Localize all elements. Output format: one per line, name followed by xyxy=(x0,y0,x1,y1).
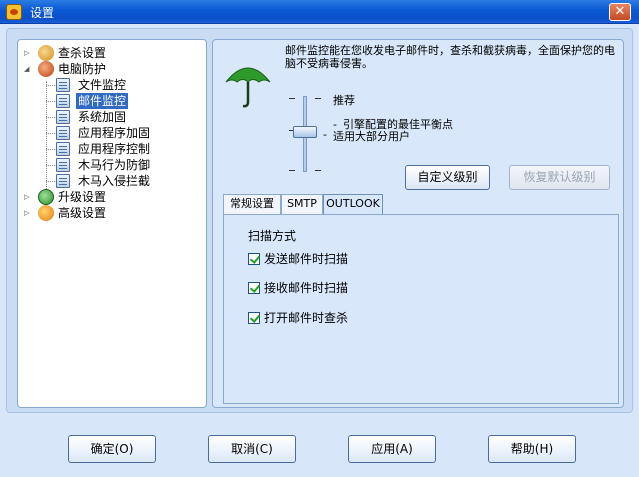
tab-page-outlook: 扫描方式 发送邮件时扫描 接收邮件时扫描 打开邮件时查杀 xyxy=(223,214,619,404)
app-icon xyxy=(6,4,22,20)
slider-thumb[interactable] xyxy=(293,126,317,138)
tree-label: 查杀设置 xyxy=(58,46,107,60)
tree-item-scan-settings[interactable]: ▷ 查杀设置 xyxy=(18,45,206,61)
tree-branch-line xyxy=(46,85,55,86)
tree-label: 邮件监控 xyxy=(76,93,129,109)
scan-method-label: 扫描方式 xyxy=(248,229,297,243)
tree-label: 应用程序控制 xyxy=(78,142,151,156)
tree-item-upgrade-settings[interactable]: ▷ 升级设置 xyxy=(18,189,206,205)
tree-item-app-hardening[interactable]: 应用程序加固 xyxy=(18,125,206,141)
content-area: ▷ 查杀设置 ◢ 电脑防护 文件监控 邮件监控 系统加固 应用程序加固 应用程序… xyxy=(6,28,633,413)
tab-smtp[interactable]: SMTP xyxy=(281,194,323,214)
document-icon xyxy=(56,110,70,124)
tree-branch-line xyxy=(46,149,55,150)
shield-hand-icon xyxy=(38,61,54,77)
tree-item-pc-protection[interactable]: ◢ 电脑防护 xyxy=(18,61,206,77)
checkbox-checked[interactable] xyxy=(248,282,260,294)
tree-label: 应用程序加固 xyxy=(78,126,151,140)
mail-monitor-panel: 邮件监控能在您收发电子邮件时，查杀和截获病毒，全面保护您的电脑不受病毒侵害。 推… xyxy=(212,39,624,408)
tree-branch-line xyxy=(46,117,55,118)
document-icon xyxy=(56,94,70,108)
tree-branch-line xyxy=(46,101,55,102)
document-icon xyxy=(56,142,70,156)
level-dash: - xyxy=(323,128,327,141)
slider-tick xyxy=(315,170,321,171)
collapse-arrow-icon[interactable]: ◢ xyxy=(24,65,31,73)
window-title: 设置 xyxy=(30,6,55,20)
tree-item-app-control[interactable]: 应用程序控制 xyxy=(18,141,206,157)
tree-label: 升级设置 xyxy=(58,190,107,204)
tree-item-advanced-settings[interactable]: ▷ 高级设置 xyxy=(18,205,206,221)
tree-branch-line xyxy=(46,133,55,134)
expand-arrow-icon[interactable]: ▷ xyxy=(24,193,31,201)
settings-window: ▷ 查杀设置 ◢ 电脑防护 文件监控 邮件监控 系统加固 应用程序加固 应用程序… xyxy=(0,24,639,477)
tree-item-mail-monitor[interactable]: 邮件监控 xyxy=(18,93,206,109)
tree-branch-line xyxy=(46,165,55,166)
tree-label: 高级设置 xyxy=(58,206,107,220)
slider-tick xyxy=(289,98,295,99)
checkbox-checked[interactable] xyxy=(248,253,260,265)
tree-item-trojan-intrusion[interactable]: 木马入侵拦截 xyxy=(18,173,206,189)
slider-tick xyxy=(315,98,321,99)
tree-item-system-hardening[interactable]: 系统加固 xyxy=(18,109,206,125)
option-label: 发送邮件时扫描 xyxy=(264,252,349,266)
upgrade-globe-icon xyxy=(38,189,54,205)
document-icon xyxy=(56,158,70,172)
ok-button[interactable]: 确定(O) xyxy=(68,435,156,463)
document-icon xyxy=(56,174,70,188)
slider-tick xyxy=(289,170,295,171)
tab-general[interactable]: 常规设置 xyxy=(223,194,281,214)
tree-label: 文件监控 xyxy=(78,78,127,92)
gear-icon xyxy=(38,205,54,221)
tree-label: 木马入侵拦截 xyxy=(78,174,151,188)
cancel-button[interactable]: 取消(C) xyxy=(208,435,296,463)
level-recommended: 推荐 xyxy=(333,94,355,107)
close-button[interactable]: ✕ xyxy=(609,3,631,21)
level-desc-2: 适用大部分用户 xyxy=(333,130,410,143)
document-icon xyxy=(56,126,70,140)
apply-button[interactable]: 应用(A) xyxy=(348,435,436,463)
tree-branch-line xyxy=(46,181,55,182)
umbrella-icon xyxy=(225,67,271,108)
help-button[interactable]: 帮助(H) xyxy=(488,435,576,463)
tab-outlook[interactable]: OUTLOOK xyxy=(323,194,383,214)
option-label: 打开邮件时查杀 xyxy=(264,311,349,325)
settings-tree: ▷ 查杀设置 ◢ 电脑防护 文件监控 邮件监控 系统加固 应用程序加固 应用程序… xyxy=(17,39,207,408)
tree-item-trojan-behavior[interactable]: 木马行为防御 xyxy=(18,157,206,173)
document-icon xyxy=(56,78,70,92)
dialog-button-bar: 确定(O) 取消(C) 应用(A) 帮助(H) xyxy=(0,419,639,477)
title-bar: 设置 ✕ xyxy=(0,0,639,24)
expand-arrow-icon[interactable]: ▷ xyxy=(24,209,31,217)
restore-default-button[interactable]: 恢复默认级别 xyxy=(509,165,610,190)
expand-arrow-icon[interactable]: ▷ xyxy=(24,49,31,57)
panel-description: 邮件监控能在您收发电子邮件时，查杀和截获病毒，全面保护您的电脑不受病毒侵害。 xyxy=(285,44,615,70)
tree-label: 木马行为防御 xyxy=(78,158,151,172)
custom-level-button[interactable]: 自定义级别 xyxy=(405,165,490,190)
option-label: 接收邮件时扫描 xyxy=(264,281,349,295)
search-magnifier-icon xyxy=(38,45,54,61)
tree-label: 电脑防护 xyxy=(58,62,107,76)
tree-item-file-monitor[interactable]: 文件监控 xyxy=(18,77,206,93)
checkbox-checked[interactable] xyxy=(248,312,260,324)
tree-label: 系统加固 xyxy=(78,110,127,124)
